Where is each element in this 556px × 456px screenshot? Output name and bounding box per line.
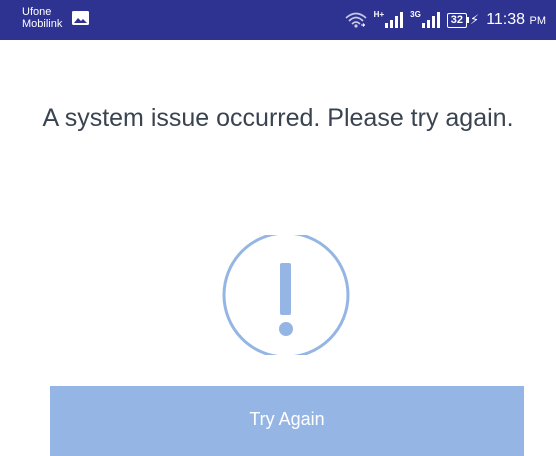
sim2-network-type: 3G bbox=[410, 9, 421, 19]
clock-ampm: PM bbox=[529, 15, 547, 27]
clock: 11:38 PM bbox=[486, 11, 546, 29]
signal-icon bbox=[421, 12, 440, 28]
error-message: A system issue occurred. Please try agai… bbox=[42, 104, 514, 132]
exclamation-circle-icon bbox=[222, 235, 350, 355]
signal-icon bbox=[385, 12, 404, 28]
clock-time: 11:38 bbox=[486, 11, 526, 28]
charging-icon: ⚡︎ bbox=[470, 12, 480, 28]
battery-icon: 32 ⚡︎ bbox=[446, 12, 480, 28]
try-again-label: Try Again bbox=[249, 409, 325, 429]
wifi-icon bbox=[345, 12, 367, 28]
carrier-names: Ufone Mobilink bbox=[22, 6, 62, 30]
carrier-2: Mobilink bbox=[22, 18, 63, 30]
status-icons: H+ 3G 32 ⚡︎ 11:38 PM bbox=[345, 0, 546, 40]
carrier-1: Ufone bbox=[22, 6, 52, 18]
sim1-network-type: H+ bbox=[373, 9, 385, 19]
gallery-icon bbox=[72, 11, 89, 25]
status-bar: Ufone Mobilink H+ 3G 32 ⚡︎ 11:38 PM bbox=[0, 0, 556, 40]
battery-level: 32 bbox=[446, 12, 468, 28]
